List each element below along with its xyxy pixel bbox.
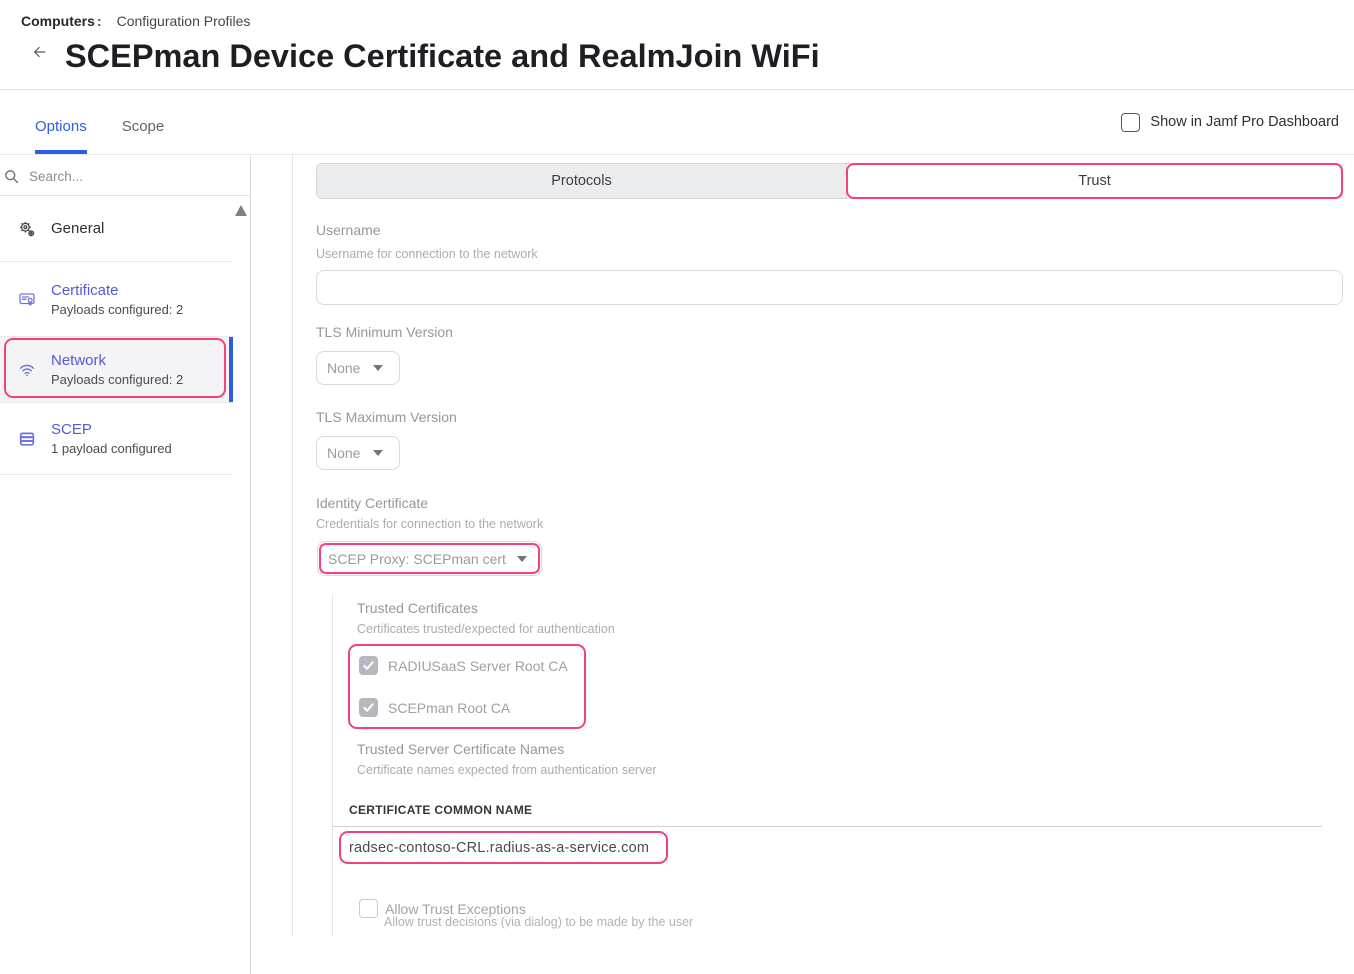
payload-sidebar: General Certificate Payloads configured:… [0, 155, 251, 974]
certificate-icon [19, 291, 35, 307]
show-in-dashboard-label: Show in Jamf Pro Dashboard [1150, 114, 1339, 130]
caret-down-icon [373, 450, 383, 456]
tls-max-label: TLS Maximum Version [316, 409, 1354, 426]
checked-checkbox[interactable] [359, 698, 378, 717]
breadcrumb-separator: : [97, 13, 102, 29]
page-title: SCEPman Device Certificate and RealmJoin… [65, 38, 820, 75]
segment-trust[interactable]: Trust [847, 164, 1342, 198]
trusted-certificates-label: Trusted Certificates [357, 595, 1354, 617]
check-icon [362, 659, 375, 672]
back-arrow-icon[interactable] [32, 44, 47, 60]
username-input[interactable] [316, 270, 1343, 305]
tls-max-dropdown[interactable]: None [316, 436, 400, 470]
gears-icon [19, 221, 35, 237]
trusted-cert-row[interactable]: SCEPman Root CA [359, 698, 584, 717]
sidebar-item-label: Certificate [51, 282, 183, 299]
tls-min-label: TLS Minimum Version [316, 324, 1354, 341]
tls-min-value: None [327, 360, 360, 376]
segmented-control: Protocols Trust [316, 163, 1343, 199]
tls-max-value: None [327, 445, 360, 461]
selected-indicator-bar [229, 337, 233, 402]
sidebar-search-row [0, 155, 250, 196]
breadcrumb-configuration-profiles[interactable]: Configuration Profiles [117, 13, 251, 29]
breadcrumb-computers[interactable]: Computers [21, 13, 95, 29]
sidebar-item-subtitle: Payloads configured: 2 [51, 372, 183, 387]
identity-certificate-value: SCEP Proxy: SCEPman cert [328, 551, 506, 567]
username-helper: Username for connection to the network [316, 247, 1354, 262]
tab-scope[interactable]: Scope [122, 90, 165, 154]
unchecked-checkbox[interactable] [359, 899, 378, 918]
tab-options[interactable]: Options [35, 90, 87, 154]
trusted-cert-row[interactable]: RADIUSaaS Server Root CA [359, 656, 584, 675]
trusted-server-names-helper: Certificate names expected from authenti… [357, 763, 1354, 778]
sidebar-item-subtitle: Payloads configured: 2 [51, 302, 183, 317]
search-input[interactable] [29, 169, 209, 184]
sidebar-item-label: General [51, 220, 104, 237]
breadcrumb: Computers: Configuration Profiles [21, 13, 250, 29]
checked-checkbox[interactable] [359, 656, 378, 675]
tls-min-dropdown[interactable]: None [316, 351, 400, 385]
show-in-dashboard-toggle[interactable]: Show in Jamf Pro Dashboard [1121, 90, 1339, 154]
trust-settings-section: Trusted Certificates Certificates truste… [332, 595, 1354, 935]
table-header-rule [333, 826, 1322, 827]
trusted-cert-label: SCEPman Root CA [388, 700, 510, 716]
show-in-dashboard-checkbox[interactable] [1121, 113, 1140, 132]
wifi-icon [19, 362, 35, 378]
segment-trust-label: Trust [1078, 173, 1111, 189]
trusted-server-names-label: Trusted Server Certificate Names [357, 741, 1354, 758]
caret-down-icon [373, 365, 383, 371]
username-label: Username [316, 222, 1354, 239]
sidebar-item-label: Network [51, 352, 183, 369]
page-header: Computers: Configuration Profiles SCEPman… [0, 0, 1354, 90]
identity-certificate-dropdown[interactable]: SCEP Proxy: SCEPman cert [317, 541, 542, 576]
sidebar-item-certificate[interactable]: Certificate Payloads configured: 2 [0, 262, 233, 337]
scep-payload-icon [19, 431, 35, 447]
caret-down-icon [517, 556, 527, 562]
search-icon [4, 169, 19, 184]
payload-list: General Certificate Payloads configured:… [0, 196, 233, 475]
scroll-up-arrow[interactable] [235, 205, 247, 216]
sidebar-item-subtitle: 1 payload configured [51, 441, 172, 456]
sidebar-item-label: SCEP [51, 421, 172, 438]
check-icon [362, 701, 375, 714]
payload-editor-panel: Protocols Trust Username Username for co… [292, 155, 1354, 935]
annotation-trusted-certificates: RADIUSaaS Server Root CA SCEPman Root CA [348, 644, 586, 729]
trusted-cert-label: RADIUSaaS Server Root CA [388, 658, 568, 674]
trusted-certificates-helper: Certificates trusted/expected for authen… [357, 622, 1354, 637]
allow-trust-exceptions-helper: Allow trust decisions (via dialog) to be… [384, 915, 1354, 930]
certificate-common-name-value: radsec-contoso-CRL.radius-as-a-service.c… [349, 840, 649, 856]
identity-certificate-helper: Credentials for connection to the networ… [316, 517, 1354, 532]
annotation-common-name: radsec-contoso-CRL.radius-as-a-service.c… [339, 831, 668, 864]
identity-certificate-label: Identity Certificate [316, 495, 1354, 512]
certificate-common-name-header: CERTIFICATE COMMON NAME [349, 803, 1354, 818]
sidebar-item-general[interactable]: General [0, 196, 233, 262]
sidebar-item-network[interactable]: Network Payloads configured: 2 [0, 337, 233, 403]
sidebar-item-scep[interactable]: SCEP 1 payload configured [0, 403, 233, 475]
segment-protocols[interactable]: Protocols [317, 164, 847, 198]
tab-bar: Options Scope Show in Jamf Pro Dashboard [0, 90, 1354, 155]
